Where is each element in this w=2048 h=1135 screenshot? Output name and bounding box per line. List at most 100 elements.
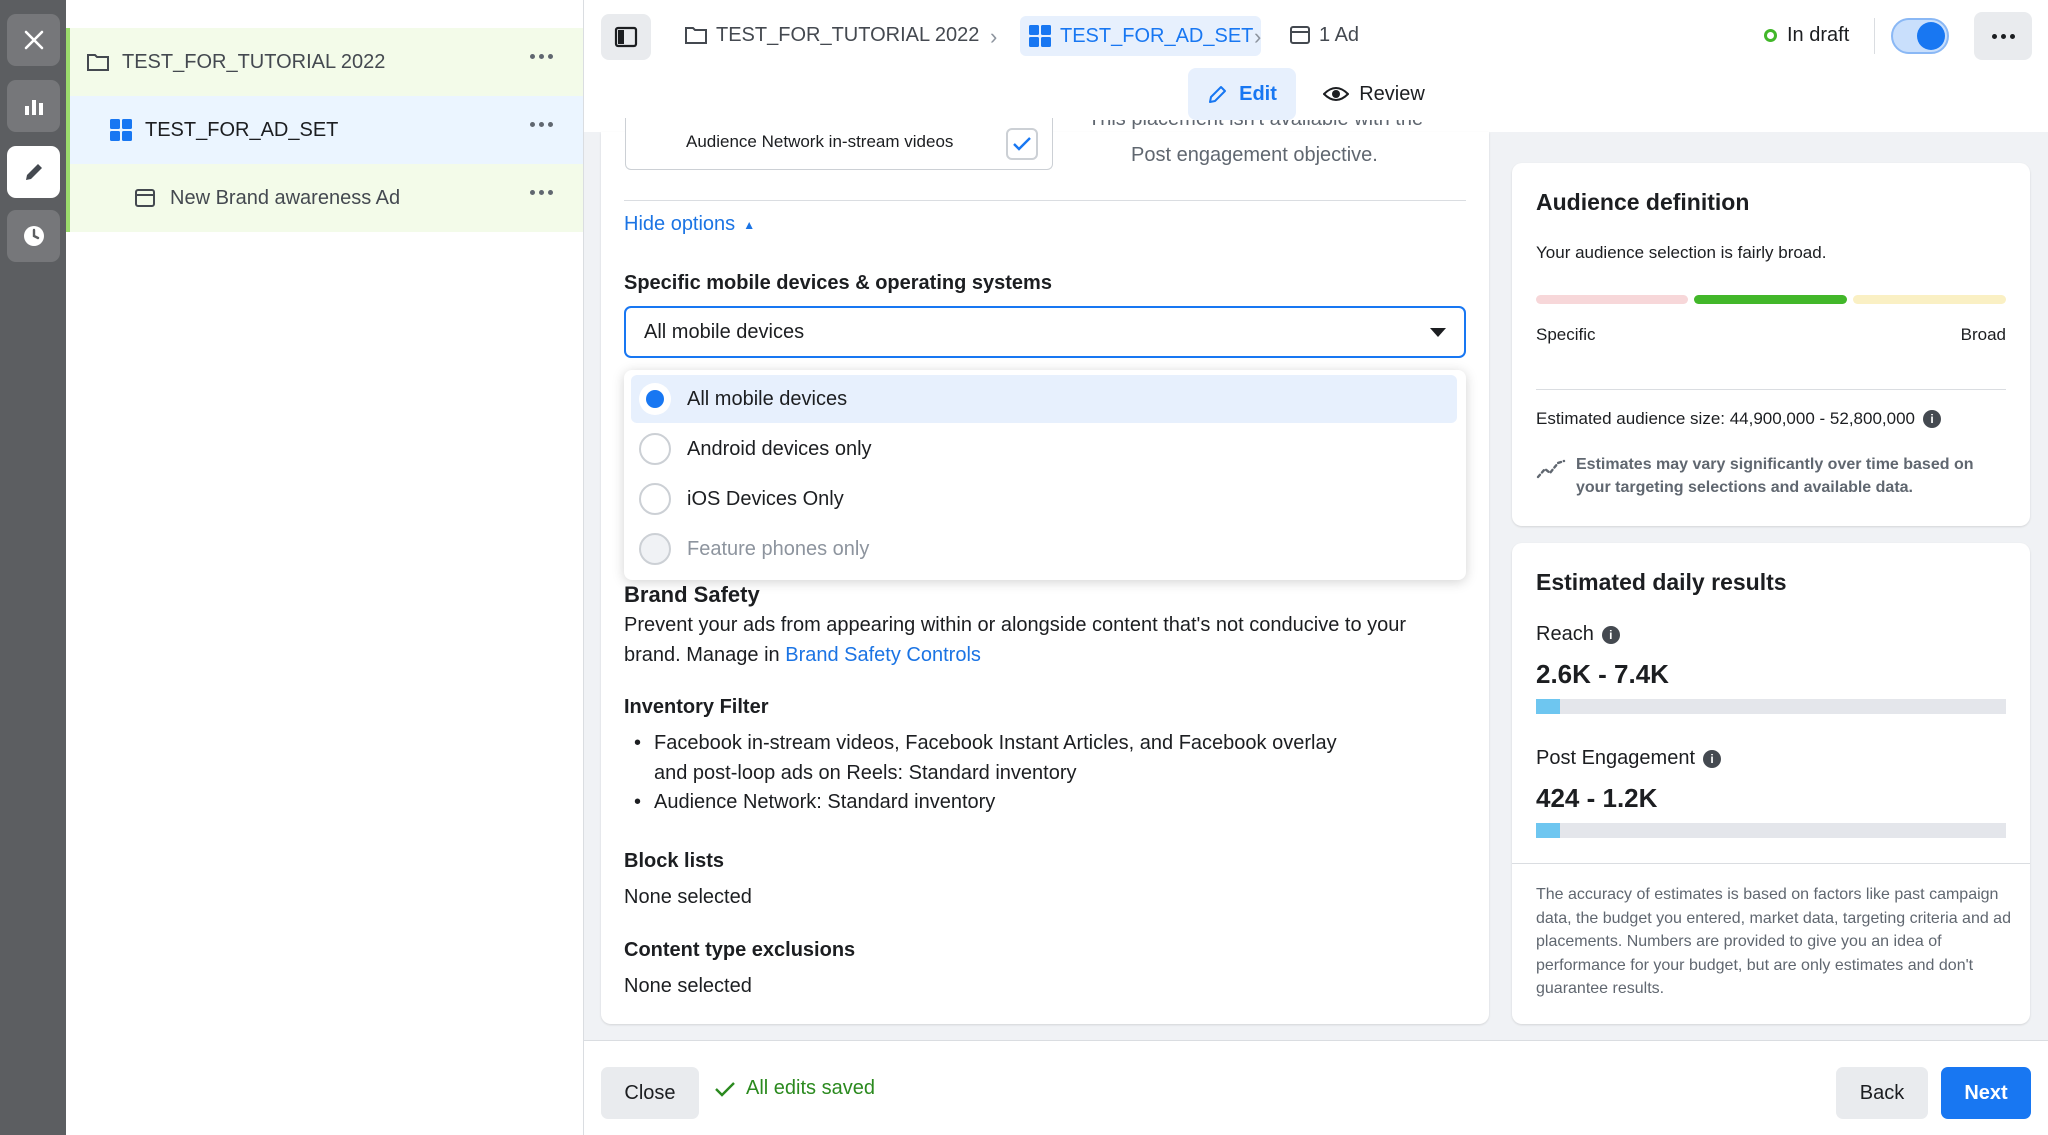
engagement-value: 424 - 1.2K [1536,783,1658,813]
radio-selected [639,383,671,415]
pencil-icon [25,164,42,180]
devices-select-value: All mobile devices [644,321,805,343]
meter-fairly-broad-segment [1694,295,1847,304]
tree-item-campaign[interactable]: TEST_FOR_TUTORIAL 2022 [66,28,583,96]
meter-broad-label: Broad [1960,325,2006,344]
meter-specific-label: Specific [1536,325,1596,344]
content-exclusions-value: None selected [624,975,752,997]
breadcrumb-ad-set[interactable]: TEST_FOR_AD_SET [1020,16,1262,56]
toggle-panel-button[interactable] [601,14,651,60]
tree-ad-label: New Brand awareness Ad [170,186,401,209]
brand-safety-desc: Prevent your ads from appearing within o… [624,614,1407,636]
dropdown-option-android[interactable]: Android devices only [631,425,1457,473]
brand-safety-controls-link[interactable]: Brand Safety Controls [785,644,981,666]
devices-select[interactable]: All mobile devices [624,306,1466,358]
chevron-right-icon: › [1254,24,1262,49]
chart-icon [24,100,43,115]
card-divider [1512,863,2030,864]
clock-icon [23,226,44,246]
dropdown-option-feature-phones: Feature phones only [631,525,1457,573]
placement-option[interactable]: Audience Network in-stream videos [625,118,1053,170]
reach-label: Reach [1536,623,1594,645]
engagement-label: Post Engagement [1536,747,1695,769]
radio-unselected [639,483,671,515]
edit-rail-button[interactable] [7,146,60,198]
tree-campaign-label: TEST_FOR_TUTORIAL 2022 [122,50,386,73]
more-options-icon[interactable] [530,190,553,195]
audience-size: Estimated audience size: 44,900,000 - 52… [1536,409,1941,429]
save-status: All edits saved [714,1077,875,1100]
top-header: TEST_FOR_TUTORIAL 2022 › TEST_FOR_AD_SET… [584,0,2048,132]
placement-note-clipped: This placement isn't available with the [1088,120,1448,134]
info-icon[interactable]: i [1923,410,1941,428]
folder-icon [87,54,109,71]
card-divider [1536,389,2006,390]
dropdown-option-ios[interactable]: iOS Devices Only [631,475,1457,523]
placement-checkbox[interactable] [1006,128,1038,160]
inventory-bullet-1b: and post-loop ads on Reels: Standard inv… [654,762,1077,784]
checkmark-icon [715,1081,735,1097]
close-button-label: Close [624,1081,676,1104]
reporting-rail-button[interactable] [7,80,60,132]
option-label: All mobile devices [687,387,848,410]
breadcrumb-ad[interactable]: 1 Ad [1289,20,1359,50]
close-rail-button[interactable] [7,14,60,66]
campaign-toggle[interactable] [1891,18,1949,54]
more-options-button[interactable] [1974,12,2032,60]
inventory-bullet-1a: Facebook in-stream videos, Facebook Inst… [654,732,1337,754]
campaign-tree: TEST_FOR_TUTORIAL 2022 TEST_FOR_AD_SET N… [66,0,584,1135]
folder-icon [685,27,707,44]
review-tab[interactable]: Review [1314,68,1434,120]
more-options-icon[interactable] [530,54,553,59]
pencil-icon [1209,86,1227,103]
info-icon[interactable]: i [1601,625,1620,644]
ad-frame-icon [1290,26,1310,44]
close-button[interactable]: Close [601,1067,699,1119]
daily-title: Estimated daily results [1536,569,1787,595]
reach-value: 2.6K - 7.4K [1536,659,1669,689]
hide-options-link[interactable]: Hide options ▲ [624,213,755,236]
content-exclusions-heading: Content type exclusions [624,939,856,961]
placement-option-label: Audience Network in-stream videos [686,132,954,151]
option-label: Android devices only [687,437,872,460]
brand-safety-desc2: brand. Manage in [624,644,780,666]
sidebar-toggle-icon [614,26,638,48]
radio-unselected [639,433,671,465]
inventory-heading: Inventory Filter [624,696,769,718]
eye-icon [1323,87,1350,101]
tree-ad-set-label: TEST_FOR_AD_SET [145,118,339,141]
tree-item-ad-set[interactable]: TEST_FOR_AD_SET [66,96,583,164]
hide-options-label: Hide options [624,213,736,235]
option-label: Feature phones only [687,537,870,560]
more-options-icon[interactable] [530,122,553,127]
meter-specific-segment [1536,295,1688,304]
tree-item-ad[interactable]: New Brand awareness Ad [66,164,583,232]
engagement-bar [1536,823,2006,838]
left-rail [0,0,66,1135]
audience-definition-card: Audience definition Your audience select… [1512,163,2030,526]
edit-tab[interactable]: Edit [1188,68,1296,120]
brand-safety-desc-line2: brand. Manage in Brand Safety Controls [624,640,981,670]
tree-accent-bar [66,96,70,164]
dropdown-option-all-mobile[interactable]: All mobile devices [631,375,1457,423]
breadcrumb-campaign[interactable]: TEST_FOR_TUTORIAL 2022 [684,20,979,50]
history-rail-button[interactable] [7,210,60,262]
breadcrumb-campaign-label: TEST_FOR_TUTORIAL 2022 [716,23,980,46]
info-icon[interactable]: i [1703,749,1721,768]
status-dot-icon [1764,28,1777,42]
audience-title: Audience definition [1536,189,1750,215]
dropdown-caret-icon [1430,328,1446,337]
grid-icon [110,119,132,141]
ellipsis-icon [1991,33,2015,39]
audience-note: Estimates may vary significantly over ti… [1576,456,1974,496]
next-button[interactable]: Next [1941,1067,2031,1119]
breadcrumb-ad-label: 1 Ad [1319,23,1360,46]
inventory-bullet-2: Audience Network: Standard inventory [654,791,996,813]
daily-results-card: Estimated daily results Reach i 2.6K - 7… [1512,543,2030,1024]
brand-safety-heading: Brand Safety [624,582,760,607]
draft-status-label: In draft [1787,23,1850,46]
back-button-label: Back [1859,1081,1905,1104]
caret-up-icon: ▲ [743,217,756,232]
devices-heading: Specific mobile devices & operating syst… [624,272,1052,294]
back-button[interactable]: Back [1836,1067,1928,1119]
